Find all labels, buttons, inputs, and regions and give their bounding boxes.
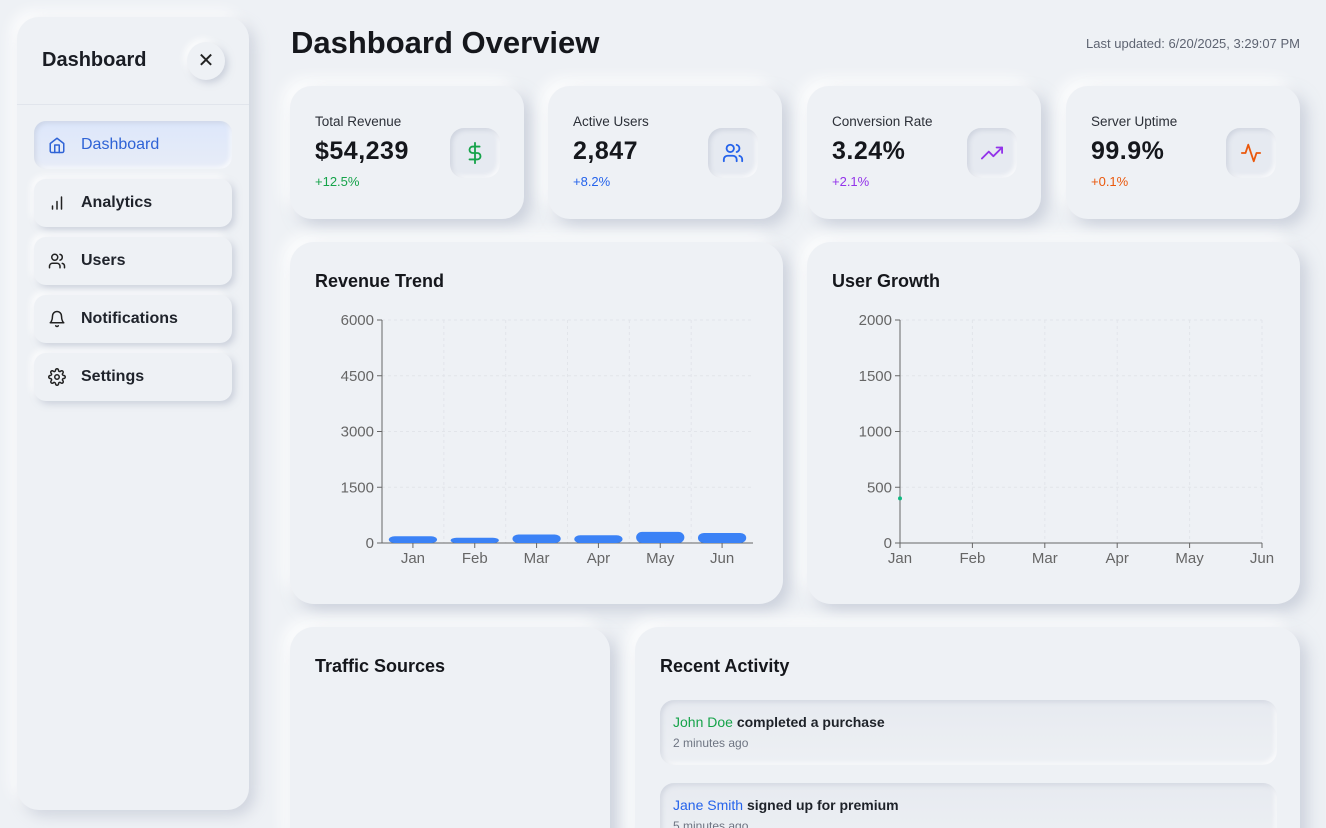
- activity-text: Jane Smith signed up for premium: [673, 797, 1277, 813]
- panel-title: Traffic Sources: [315, 656, 446, 676]
- stat-card-conversion-rate: Conversion Rate 3.24% +2.1%: [807, 86, 1041, 219]
- x-tick-label: Feb: [462, 550, 488, 567]
- bar: [450, 537, 499, 543]
- y-tick-label: 1500: [859, 368, 892, 385]
- bar: [574, 535, 623, 543]
- stat-label: Total Revenue: [315, 114, 402, 129]
- x-tick-label: May: [1175, 550, 1204, 567]
- sidebar-nav: Dashboard Analytics Users Notifications …: [17, 105, 249, 401]
- y-tick-label: 3000: [341, 424, 374, 441]
- activity-time: 2 minutes ago: [673, 736, 749, 750]
- page-title: Dashboard Overview: [291, 25, 600, 60]
- activity-item[interactable]: Jane Smith signed up for premium 5 minut…: [660, 783, 1277, 828]
- activity-action: signed up for premium: [746, 797, 899, 813]
- activity-icon: [1226, 128, 1276, 178]
- panel-title: Recent Activity: [660, 656, 790, 676]
- x-tick-label: May: [646, 550, 675, 567]
- x-tick-label: Jan: [401, 550, 425, 567]
- stat-card-active-users: Active Users 2,847 +8.2%: [548, 86, 782, 219]
- last-updated-text: Last updated: 6/20/2025, 3:29:07 PM: [1086, 36, 1300, 51]
- y-tick-label: 500: [867, 479, 892, 496]
- sidebar-title: Dashboard: [42, 49, 147, 71]
- sidebar-item-label: Analytics: [81, 194, 153, 211]
- x-tick-label: Feb: [959, 550, 985, 567]
- x-tick-label: Apr: [1106, 550, 1129, 567]
- y-tick-label: 1000: [859, 424, 892, 441]
- y-tick-label: 0: [366, 535, 374, 552]
- bell-icon: [47, 309, 67, 329]
- close-sidebar-button[interactable]: ✕: [187, 41, 225, 80]
- sidebar-item-label: Dashboard: [81, 136, 160, 153]
- sidebar-item-label: Users: [81, 252, 126, 269]
- bar-chart-icon: [47, 193, 67, 213]
- recent-activity-panel: Recent Activity John Doe completed a pur…: [635, 627, 1300, 828]
- user-growth-panel: User Growth 0 500 1000 1500 2000 Jan Feb Mar Apr…: [807, 242, 1300, 604]
- bar: [697, 532, 747, 543]
- x-tick-label: Jun: [710, 550, 734, 567]
- sidebar-item-dashboard[interactable]: Dashboard: [34, 121, 232, 169]
- traffic-sources-panel: Traffic Sources: [290, 627, 610, 828]
- sidebar-header: Dashboard ✕: [17, 17, 249, 105]
- close-icon: ✕: [197, 50, 215, 72]
- gear-icon: [47, 367, 67, 387]
- revenue-trend-chart: 0 1500 3000 4500 6000 Jan Feb Mar Apr May Jun: [341, 312, 753, 567]
- dollar-icon: [450, 128, 500, 178]
- activity-item[interactable]: John Doe completed a purchase 2 minutes …: [660, 700, 1277, 765]
- trending-up-icon: [967, 128, 1017, 178]
- sidebar-item-label: Notifications: [81, 310, 178, 327]
- x-tick-label: Mar: [1032, 550, 1058, 567]
- x-tick-label: Mar: [524, 550, 550, 567]
- sidebar-item-users[interactable]: Users: [34, 237, 232, 285]
- activity-action: completed a purchase: [736, 714, 885, 730]
- revenue-trend-panel: Revenue Trend 0 1500 3000 4500 6000 Jan Feb Mar…: [290, 242, 783, 604]
- x-tick-label: Jun: [1250, 550, 1274, 567]
- sidebar-item-notifications[interactable]: Notifications: [34, 295, 232, 343]
- stat-label: Server Uptime: [1091, 114, 1178, 129]
- activity-user[interactable]: Jane Smith: [673, 797, 743, 813]
- stat-card-server-uptime: Server Uptime 99.9% +0.1%: [1066, 86, 1300, 219]
- stat-card-total-revenue: Total Revenue $54,239 +12.5%: [290, 86, 524, 219]
- bar: [636, 531, 685, 543]
- bar: [388, 536, 438, 543]
- activity-text: John Doe completed a purchase: [673, 714, 1277, 730]
- sidebar-item-analytics[interactable]: Analytics: [34, 179, 232, 227]
- user-growth-chart: 0500100015002000Jan Feb Mar Apr May Jun: [859, 312, 1274, 567]
- users-icon: [47, 251, 67, 271]
- data-point: [898, 496, 902, 501]
- bar: [512, 534, 561, 543]
- y-tick-label: 4500: [341, 368, 374, 385]
- stat-label: Active Users: [573, 114, 649, 129]
- y-tick-label: 6000: [341, 312, 374, 329]
- x-tick-label: Apr: [587, 550, 610, 567]
- stat-label: Conversion Rate: [832, 114, 933, 129]
- sidebar-item-settings[interactable]: Settings: [34, 353, 232, 401]
- y-tick-label: 1500: [341, 479, 374, 496]
- home-icon: [47, 135, 67, 155]
- activity-user[interactable]: John Doe: [673, 714, 733, 730]
- sidebar-item-label: Settings: [81, 368, 145, 385]
- y-tick-label: 2000: [859, 312, 892, 329]
- users-icon: [708, 128, 758, 178]
- activity-time: 5 minutes ago: [673, 819, 749, 828]
- x-tick-label: Jan: [888, 550, 912, 567]
- sidebar: Dashboard ✕ Dashboard Analytics Users No…: [17, 17, 249, 810]
